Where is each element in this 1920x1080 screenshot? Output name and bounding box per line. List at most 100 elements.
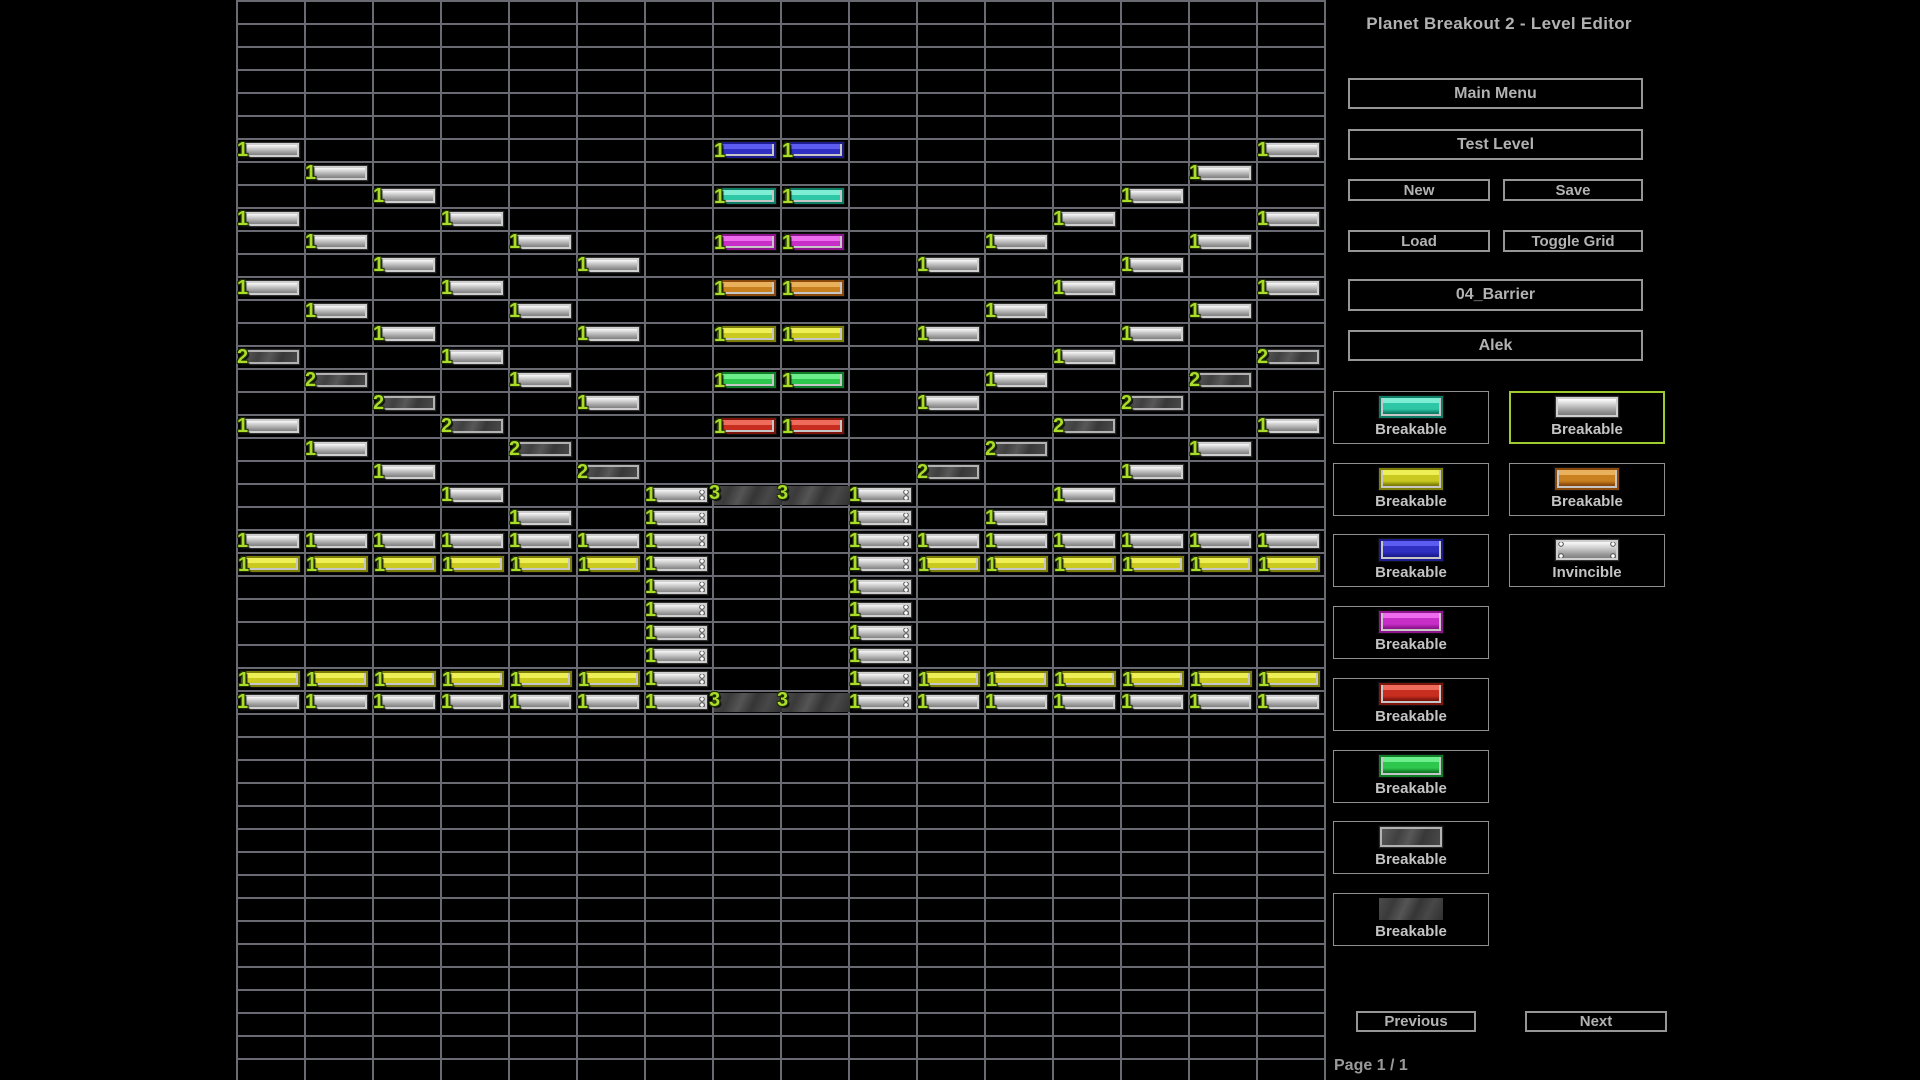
silver-brick[interactable]: 1 bbox=[989, 303, 1048, 319]
silver-brick[interactable]: 1 bbox=[513, 372, 572, 388]
silver-brick[interactable]: 1 bbox=[1057, 487, 1116, 503]
rivet-brick[interactable]: 1 bbox=[853, 487, 912, 503]
dark-brick[interactable]: 2 bbox=[581, 464, 640, 480]
slab-brick[interactable]: 3 bbox=[782, 693, 850, 712]
silver-brick[interactable]: 1 bbox=[309, 303, 368, 319]
dark-brick[interactable]: 2 bbox=[377, 395, 436, 411]
rivet-brick[interactable]: 1 bbox=[853, 579, 912, 595]
yellow-brick[interactable]: 1 bbox=[377, 556, 436, 572]
yellow-brick[interactable]: 1 bbox=[581, 556, 640, 572]
silver-brick[interactable]: 1 bbox=[1125, 533, 1184, 549]
silver-brick[interactable]: 1 bbox=[241, 211, 300, 227]
silver-brick[interactable]: 1 bbox=[1057, 349, 1116, 365]
yellow-brick[interactable]: 1 bbox=[513, 556, 572, 572]
yellow-brick[interactable]: 1 bbox=[377, 671, 436, 687]
new-button[interactable]: New bbox=[1348, 179, 1490, 201]
rivet-brick[interactable]: 1 bbox=[853, 671, 912, 687]
rivet-brick[interactable]: 1 bbox=[853, 510, 912, 526]
silver-brick[interactable]: 1 bbox=[1125, 326, 1184, 342]
rivet-brick[interactable]: 1 bbox=[649, 487, 708, 503]
palette-item-silver[interactable]: Breakable bbox=[1509, 391, 1665, 444]
main-menu-button[interactable]: Main Menu bbox=[1348, 78, 1643, 109]
yellow-brick[interactable]: 1 bbox=[445, 671, 504, 687]
yellow-brick[interactable]: 1 bbox=[921, 671, 980, 687]
rivet-brick[interactable]: 1 bbox=[649, 694, 708, 710]
silver-brick[interactable]: 1 bbox=[377, 464, 436, 480]
silver-brick[interactable]: 1 bbox=[377, 326, 436, 342]
silver-brick[interactable]: 1 bbox=[1057, 533, 1116, 549]
silver-brick[interactable]: 1 bbox=[445, 533, 504, 549]
yellow-brick[interactable]: 1 bbox=[309, 556, 368, 572]
dark-brick[interactable]: 2 bbox=[445, 418, 504, 434]
silver-brick[interactable]: 1 bbox=[445, 487, 504, 503]
silver-brick[interactable]: 1 bbox=[241, 280, 300, 296]
green-brick[interactable]: 1 bbox=[785, 372, 844, 388]
silver-brick[interactable]: 1 bbox=[309, 165, 368, 181]
dark-brick[interactable]: 2 bbox=[921, 464, 980, 480]
red-brick[interactable]: 1 bbox=[717, 418, 776, 434]
silver-brick[interactable]: 1 bbox=[1193, 533, 1252, 549]
silver-brick[interactable]: 1 bbox=[1193, 165, 1252, 181]
palette-item-orange[interactable]: Breakable bbox=[1509, 463, 1665, 516]
dark-brick[interactable]: 2 bbox=[1261, 349, 1320, 365]
palette-item-yellow[interactable]: Breakable bbox=[1333, 463, 1489, 516]
silver-brick[interactable]: 1 bbox=[581, 257, 640, 273]
silver-brick[interactable]: 1 bbox=[1193, 441, 1252, 457]
silver-brick[interactable]: 1 bbox=[1261, 533, 1320, 549]
yellow-brick[interactable]: 1 bbox=[309, 671, 368, 687]
silver-brick[interactable]: 1 bbox=[513, 533, 572, 549]
rivet-brick[interactable]: 1 bbox=[649, 579, 708, 595]
dark-brick[interactable]: 2 bbox=[1125, 395, 1184, 411]
rivet-brick[interactable]: 1 bbox=[853, 625, 912, 641]
silver-brick[interactable]: 1 bbox=[377, 188, 436, 204]
silver-brick[interactable]: 1 bbox=[1261, 211, 1320, 227]
yellow-brick[interactable]: 1 bbox=[1125, 671, 1184, 687]
slab-brick[interactable]: 3 bbox=[714, 693, 782, 712]
yellow-brick[interactable]: 1 bbox=[1057, 556, 1116, 572]
teal-brick[interactable]: 1 bbox=[717, 188, 776, 204]
silver-brick[interactable]: 1 bbox=[1125, 464, 1184, 480]
yellow-brick[interactable]: 1 bbox=[785, 326, 844, 342]
yellow-brick[interactable]: 1 bbox=[921, 556, 980, 572]
silver-brick[interactable]: 1 bbox=[989, 533, 1048, 549]
dark-brick[interactable]: 2 bbox=[1193, 372, 1252, 388]
blue-brick[interactable]: 1 bbox=[785, 142, 844, 158]
silver-brick[interactable]: 1 bbox=[1193, 694, 1252, 710]
dark-brick[interactable]: 2 bbox=[241, 349, 300, 365]
rivet-brick[interactable]: 1 bbox=[649, 510, 708, 526]
green-brick[interactable]: 1 bbox=[717, 372, 776, 388]
rivet-brick[interactable]: 1 bbox=[853, 533, 912, 549]
silver-brick[interactable]: 1 bbox=[241, 533, 300, 549]
palette-item-magenta[interactable]: Breakable bbox=[1333, 606, 1489, 659]
silver-brick[interactable]: 1 bbox=[309, 234, 368, 250]
silver-brick[interactable]: 1 bbox=[513, 510, 572, 526]
silver-brick[interactable]: 1 bbox=[921, 326, 980, 342]
red-brick[interactable]: 1 bbox=[785, 418, 844, 434]
silver-brick[interactable]: 1 bbox=[377, 257, 436, 273]
silver-brick[interactable]: 1 bbox=[241, 418, 300, 434]
yellow-brick[interactable]: 1 bbox=[581, 671, 640, 687]
silver-brick[interactable]: 1 bbox=[1261, 142, 1320, 158]
silver-brick[interactable]: 1 bbox=[921, 533, 980, 549]
palette-item-rivet[interactable]: Invincible bbox=[1509, 534, 1665, 587]
silver-brick[interactable]: 1 bbox=[581, 395, 640, 411]
rivet-brick[interactable]: 1 bbox=[649, 671, 708, 687]
blue-brick[interactable]: 1 bbox=[717, 142, 776, 158]
silver-brick[interactable]: 1 bbox=[989, 694, 1048, 710]
yellow-brick[interactable]: 1 bbox=[1193, 556, 1252, 572]
palette-item-red[interactable]: Breakable bbox=[1333, 678, 1489, 731]
silver-brick[interactable]: 1 bbox=[989, 234, 1048, 250]
silver-brick[interactable]: 1 bbox=[1261, 694, 1320, 710]
yellow-brick[interactable]: 1 bbox=[1261, 671, 1320, 687]
palette-item-slab[interactable]: Breakable bbox=[1333, 893, 1489, 946]
teal-brick[interactable]: 1 bbox=[785, 188, 844, 204]
silver-brick[interactable]: 1 bbox=[581, 326, 640, 342]
orange-brick[interactable]: 1 bbox=[717, 280, 776, 296]
silver-brick[interactable]: 1 bbox=[1125, 188, 1184, 204]
yellow-brick[interactable]: 1 bbox=[513, 671, 572, 687]
toggle-grid-button[interactable]: Toggle Grid bbox=[1503, 230, 1643, 252]
dark-brick[interactable]: 2 bbox=[1057, 418, 1116, 434]
yellow-brick[interactable]: 1 bbox=[241, 671, 300, 687]
rivet-brick[interactable]: 1 bbox=[853, 556, 912, 572]
palette-item-green[interactable]: Breakable bbox=[1333, 750, 1489, 803]
